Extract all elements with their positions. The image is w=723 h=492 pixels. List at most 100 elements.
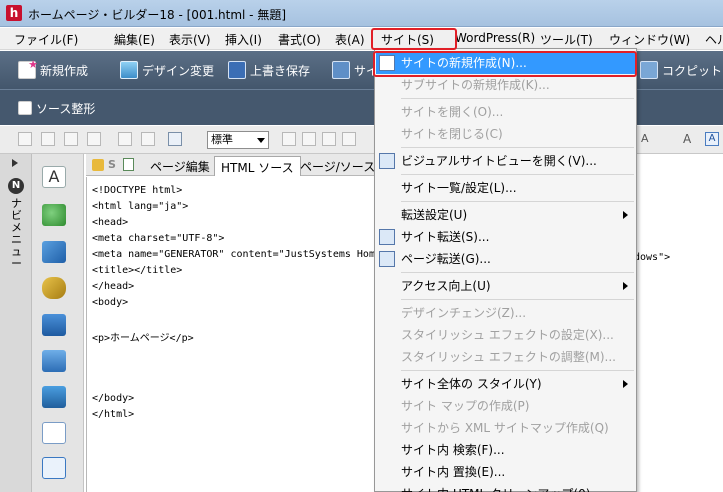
save-label: 上書き保存 <box>250 63 311 78</box>
cut-icon[interactable] <box>18 132 32 146</box>
site-menu-item[interactable]: サイト全体の スタイル(Y) <box>375 373 636 395</box>
site-menu-item[interactable]: スタイリッシュ エフェクトの設定(X)... <box>375 324 636 346</box>
site-menu-item[interactable]: サイト一覧/設定(L)... <box>375 177 636 199</box>
site-menu-item-label: サイト マップの作成(P) <box>401 399 530 413</box>
site-menu-item[interactable]: ビジュアルサイトビューを開く(V)... <box>375 150 636 172</box>
menu-help[interactable]: ヘル <box>705 31 723 48</box>
text-insert-icon[interactable]: A <box>42 166 66 188</box>
tab-page-edit[interactable]: ページ編集 <box>144 156 216 176</box>
site-menu-item[interactable]: アクセス向上(U) <box>375 275 636 297</box>
site-menu-item-label: スタイリッシュ エフェクトの設定(X)... <box>401 328 614 342</box>
site-menu-item-label: サイトを開く(O)... <box>401 105 504 119</box>
site-menu-item[interactable]: サブサイトの新規作成(K)... <box>375 74 636 96</box>
cockpit-icon <box>640 61 658 79</box>
font-shrink-icon[interactable]: A <box>641 132 655 146</box>
align-right-icon[interactable] <box>322 132 336 146</box>
tab-page-source[interactable]: ページ/ソース <box>294 156 381 176</box>
chevron-down-icon <box>257 138 265 143</box>
paragraph-style-select[interactable]: 標準 <box>207 131 269 149</box>
tab-html-source[interactable]: HTML ソース <box>214 156 301 176</box>
title-bar: h ホームページ・ビルダー18 - [001.html - 無題] <box>0 0 723 27</box>
menu-tools[interactable]: ツール(T) <box>540 31 593 48</box>
edit-window-icon[interactable] <box>168 132 182 146</box>
pen-icon[interactable] <box>92 159 104 171</box>
menu-window[interactable]: ウィンドウ(W) <box>609 31 690 48</box>
justify-icon[interactable] <box>342 132 356 146</box>
format-source-button[interactable]: ソース整形 <box>18 98 95 118</box>
navi-menu-strip[interactable]: N ナビメニュー <box>0 154 32 492</box>
code-line: <html lang="ja"> <box>92 201 189 212</box>
menu-insert[interactable]: 挿入(I) <box>225 31 262 48</box>
align-left-icon[interactable] <box>282 132 296 146</box>
code-overflow-tail: dows"> <box>634 252 671 263</box>
image-swap-icon[interactable] <box>42 386 66 408</box>
navi-badge: N <box>8 178 24 194</box>
save-button[interactable]: 上書き保存 <box>228 60 310 80</box>
copy-icon[interactable] <box>41 132 55 146</box>
app-icon: h <box>6 5 22 21</box>
site-menu-item[interactable]: スタイリッシュ エフェクトの調整(M)... <box>375 346 636 368</box>
site-menu-item-label: サイトを閉じる(C) <box>401 127 503 141</box>
new-button-label: 新規作成 <box>40 63 89 78</box>
logo-text-icon[interactable] <box>42 241 66 263</box>
link-icon[interactable] <box>42 277 66 299</box>
paste-icon[interactable] <box>64 132 78 146</box>
site-menu-item[interactable]: サイト転送(S)... <box>375 226 636 248</box>
site-menu-item[interactable]: デザインチェンジ(Z)... <box>375 302 636 324</box>
redo-icon[interactable] <box>141 132 155 146</box>
menu-format[interactable]: 書式(O) <box>278 31 321 48</box>
cockpit-button[interactable]: コクピット <box>640 60 722 80</box>
site-menu-item[interactable]: ページ転送(G)... <box>375 248 636 270</box>
format-source-label: ソース整形 <box>36 101 96 116</box>
site-menu-item[interactable]: サイトを開く(O)... <box>375 101 636 123</box>
text-color-icon[interactable]: A <box>705 132 719 146</box>
undo-icon[interactable] <box>118 132 132 146</box>
window-title: ホームページ・ビルダー18 - [001.html - 無題] <box>28 8 287 22</box>
menu-table[interactable]: 表(A) <box>335 31 365 48</box>
site-menu-item-label: サブサイトの新規作成(K)... <box>401 78 550 92</box>
new-button[interactable]: ★ 新規作成 <box>18 58 89 80</box>
s-icon[interactable]: S <box>108 158 116 171</box>
annotation-box-new-site <box>373 51 637 77</box>
users-icon[interactable] <box>42 204 66 226</box>
code-line: </body> <box>92 393 135 404</box>
design-change-button[interactable]: デザイン変更 <box>120 60 214 80</box>
menu-file[interactable]: ファイル(F) <box>14 31 78 48</box>
site-menu-item[interactable]: サイト内 置換(E)... <box>375 461 636 483</box>
site-menu-item[interactable]: サイト マップの作成(P) <box>375 395 636 417</box>
font-grow-icon[interactable]: A <box>683 132 697 146</box>
site-menu-item[interactable]: サイトから XML サイトマップ作成(Q) <box>375 417 636 439</box>
menu-separator <box>401 147 634 148</box>
expand-arrow-icon[interactable] <box>12 159 18 167</box>
menu-separator <box>401 272 634 273</box>
movie-icon[interactable] <box>42 314 66 336</box>
table-icon[interactable] <box>42 457 66 479</box>
site-menu-item-label: アクセス向上(U) <box>401 279 491 293</box>
left-sidebar: N ナビメニュー A <box>0 154 84 492</box>
site-button[interactable]: サイ <box>332 60 378 80</box>
menu-edit[interactable]: 編集(E) <box>114 31 155 48</box>
menu-bar: ファイル(F) 編集(E) 表示(V) 挿入(I) 書式(O) 表(A) サイト… <box>0 28 723 50</box>
align-center-icon[interactable] <box>302 132 316 146</box>
site-menu-item-label: スタイリッシュ エフェクトの調整(M)... <box>401 350 616 364</box>
page-icon[interactable] <box>123 158 134 171</box>
layout-box-icon[interactable] <box>42 422 66 444</box>
site-menu-item-label: サイト全体の スタイル(Y) <box>401 377 542 391</box>
menu-separator <box>401 98 634 99</box>
visual-site-view-icon <box>379 153 395 169</box>
code-line: </head> <box>92 281 135 292</box>
menu-view[interactable]: 表示(V) <box>169 31 211 48</box>
design-icon <box>120 61 138 79</box>
eraser-icon[interactable] <box>87 132 101 146</box>
image-icon[interactable] <box>42 350 66 372</box>
site-menu-item[interactable]: サイト内 HTML クリーンアップ(0)... <box>375 483 636 492</box>
site-menu-item-label: サイト転送(S)... <box>401 230 490 244</box>
site-menu-item-label: サイト内 検索(F)... <box>401 443 505 457</box>
menu-separator <box>401 370 634 371</box>
menu-wordpress[interactable]: WordPress(R) <box>455 31 535 45</box>
site-transfer-icon <box>379 229 395 245</box>
site-menu-item-label: デザインチェンジ(Z)... <box>401 306 527 320</box>
site-menu-item[interactable]: サイトを閉じる(C) <box>375 123 636 145</box>
site-menu-item[interactable]: サイト内 検索(F)... <box>375 439 636 461</box>
site-menu-item[interactable]: 転送設定(U) <box>375 204 636 226</box>
